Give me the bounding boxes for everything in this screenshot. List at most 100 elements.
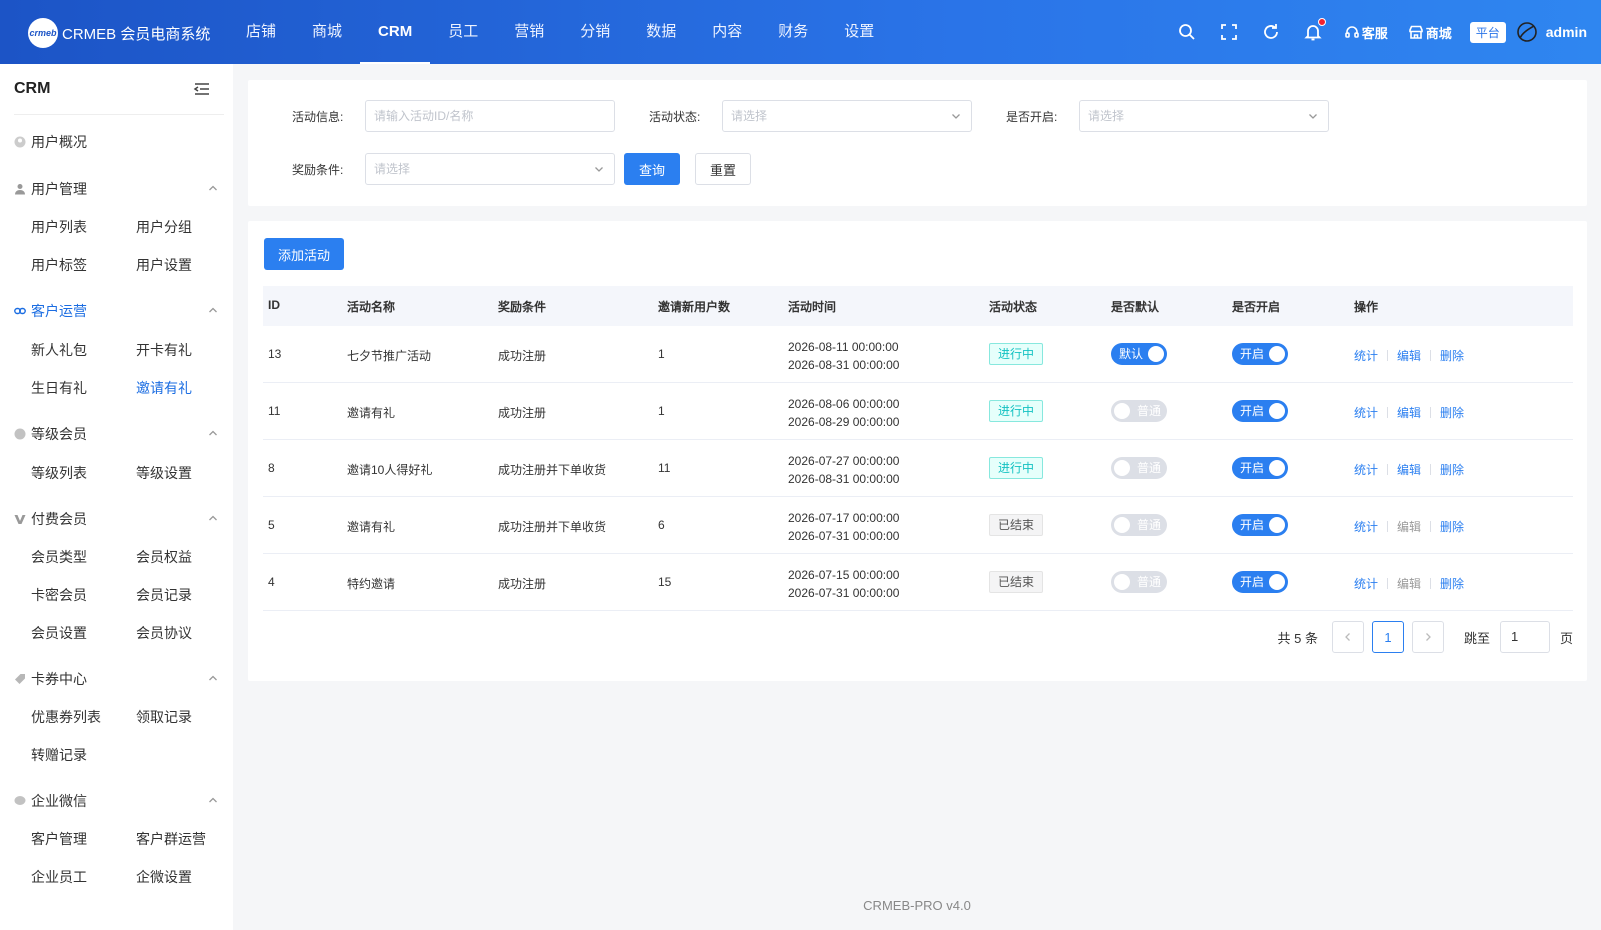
stats-link[interactable]: 统计 xyxy=(1354,404,1378,421)
nav-settings[interactable]: 设置 xyxy=(826,0,892,64)
page-number-button[interactable]: 1 xyxy=(1371,621,1404,653)
nav-crm[interactable]: CRM xyxy=(360,0,431,64)
stats-link[interactable]: 统计 xyxy=(1354,518,1378,535)
bell-icon[interactable] xyxy=(1303,18,1326,42)
sidebar-item-newbie-gift[interactable]: 新人礼包 xyxy=(31,340,87,360)
nav-staff[interactable]: 员工 xyxy=(430,0,496,64)
sidebar-item-birthday-gift[interactable]: 生日有礼 xyxy=(31,378,87,398)
separator xyxy=(1430,464,1432,475)
sidebar-item-card-gift[interactable]: 开卡有礼 xyxy=(136,340,192,360)
activity-info-input[interactable]: 请输入活动ID/名称 xyxy=(365,100,615,132)
sidebar-item-user-list[interactable]: 用户列表 xyxy=(31,217,87,237)
sidebar-group-user-management[interactable]: 用户管理 xyxy=(14,179,219,199)
default-toggle[interactable]: 普通 xyxy=(1111,571,1167,593)
sidebar-group-level-member[interactable]: 等级会员 xyxy=(14,424,219,444)
delete-link[interactable]: 删除 xyxy=(1440,404,1464,421)
row-start-time: 2026-08-06 00:00:00 xyxy=(788,397,900,411)
sidebar-item-user-overview[interactable]: 用户概况 xyxy=(14,132,219,152)
edit-link[interactable]: 编辑 xyxy=(1397,518,1421,535)
enabled-toggle[interactable]: 开启 xyxy=(1232,343,1288,365)
sidebar-item-user-settings[interactable]: 用户设置 xyxy=(136,255,192,275)
activity-status-select[interactable]: 请选择 xyxy=(722,100,972,132)
sidebar-item-claim-records[interactable]: 领取记录 xyxy=(136,707,192,727)
top-header: crmeb CRMEB 会员电商系统 店铺 商城 CRM 员工 营销 分销 数据… xyxy=(0,0,1601,64)
chevron-right-icon xyxy=(1426,633,1431,641)
delete-link[interactable]: 删除 xyxy=(1440,575,1464,592)
nav-mall[interactable]: 商城 xyxy=(294,0,360,64)
default-toggle[interactable]: 普通 xyxy=(1111,457,1167,479)
sidebar-item-level-list[interactable]: 等级列表 xyxy=(31,463,87,483)
nav-shop[interactable]: 店铺 xyxy=(228,0,294,64)
sidebar-item-card-member[interactable]: 卡密会员 xyxy=(31,585,87,605)
enabled-toggle[interactable]: 开启 xyxy=(1232,514,1288,536)
row-id: 11 xyxy=(268,404,281,418)
delete-link[interactable]: 删除 xyxy=(1440,518,1464,535)
separator xyxy=(1430,578,1432,589)
sidebar-group-wecom[interactable]: 企业微信 xyxy=(14,791,219,811)
sidebar-item-wecom-staff[interactable]: 企业员工 xyxy=(31,867,87,887)
sidebar-item-user-group[interactable]: 用户分组 xyxy=(136,217,192,237)
enabled-toggle[interactable]: 开启 xyxy=(1232,571,1288,593)
nav-distribution[interactable]: 分销 xyxy=(562,0,628,64)
edit-link[interactable]: 编辑 xyxy=(1397,347,1421,364)
enabled-toggle[interactable]: 开启 xyxy=(1232,457,1288,479)
app-logo[interactable]: crmeb CRMEB 会员电商系统 xyxy=(28,18,210,48)
sidebar-item-member-types[interactable]: 会员类型 xyxy=(31,547,87,567)
nav-data[interactable]: 数据 xyxy=(628,0,694,64)
edit-link[interactable]: 编辑 xyxy=(1397,575,1421,592)
add-activity-button[interactable]: 添加活动 xyxy=(264,238,344,270)
sidebar-divider xyxy=(14,114,224,115)
fullscreen-icon[interactable] xyxy=(1219,22,1239,42)
mall-link[interactable]: 商城 xyxy=(1408,23,1452,42)
reset-button[interactable]: 重置 xyxy=(695,153,751,185)
sidebar-item-member-records[interactable]: 会员记录 xyxy=(136,585,192,605)
delete-link[interactable]: 删除 xyxy=(1440,347,1464,364)
reward-condition-select[interactable]: 请选择 xyxy=(365,153,615,185)
edit-link[interactable]: 编辑 xyxy=(1397,461,1421,478)
sidebar-item-invite-gift[interactable]: 邀请有礼 xyxy=(136,378,192,398)
nav-finance[interactable]: 财务 xyxy=(760,0,826,64)
query-button[interactable]: 查询 xyxy=(624,153,680,185)
sidebar-item-customer-groups[interactable]: 客户群运营 xyxy=(136,829,206,849)
default-toggle[interactable]: 普通 xyxy=(1111,400,1167,422)
sidebar-label: 用户概况 xyxy=(31,134,87,150)
stats-link[interactable]: 统计 xyxy=(1354,575,1378,592)
stats-link[interactable]: 统计 xyxy=(1354,461,1378,478)
edit-link[interactable]: 编辑 xyxy=(1397,404,1421,421)
row-time: 2026-07-17 00:00:00 2026-07-31 00:00:00 xyxy=(788,509,899,545)
service-link[interactable]: 客服 xyxy=(1344,23,1388,42)
stats-link[interactable]: 统计 xyxy=(1354,347,1378,364)
collapse-menu-icon[interactable] xyxy=(193,80,211,98)
sidebar-item-level-settings[interactable]: 等级设置 xyxy=(136,463,192,483)
delete-link[interactable]: 删除 xyxy=(1440,461,1464,478)
chevron-down-icon xyxy=(952,114,960,119)
enabled-select[interactable]: 请选择 xyxy=(1079,100,1329,132)
refresh-icon[interactable] xyxy=(1261,22,1281,42)
platform-tag[interactable]: 平台 xyxy=(1469,21,1506,43)
sidebar-item-transfer-records[interactable]: 转赠记录 xyxy=(31,745,87,765)
sidebar-item-customer-management[interactable]: 客户管理 xyxy=(31,829,87,849)
nav-content[interactable]: 内容 xyxy=(694,0,760,64)
sidebar-item-coupon-list[interactable]: 优惠券列表 xyxy=(31,707,101,727)
chevron-up-icon xyxy=(209,185,217,191)
sidebar-group-coupon-center[interactable]: 卡券中心 xyxy=(14,669,219,689)
avatar-icon[interactable] xyxy=(1516,21,1538,43)
jump-page-input[interactable]: 1 xyxy=(1499,621,1550,653)
sidebar-item-wecom-settings[interactable]: 企微设置 xyxy=(136,867,192,887)
sidebar-item-user-tags[interactable]: 用户标签 xyxy=(31,255,87,275)
enabled-toggle[interactable]: 开启 xyxy=(1232,400,1288,422)
search-icon[interactable] xyxy=(1177,22,1197,42)
nav-marketing[interactable]: 营销 xyxy=(496,0,562,64)
app-title: CRMEB 会员电商系统 xyxy=(62,25,211,43)
sidebar-item-member-agreement[interactable]: 会员协议 xyxy=(136,623,192,643)
admin-name[interactable]: admin xyxy=(1546,24,1587,40)
sidebar-group-paid-member[interactable]: 付费会员 xyxy=(14,509,219,529)
sidebar-item-member-settings[interactable]: 会员设置 xyxy=(31,623,87,643)
sidebar-item-member-rights[interactable]: 会员权益 xyxy=(136,547,192,567)
prev-page-button[interactable] xyxy=(1331,621,1364,653)
column-condition: 奖励条件 xyxy=(498,300,547,314)
sidebar-group-customer-ops[interactable]: 客户运营 xyxy=(14,301,219,321)
default-toggle[interactable]: 普通 xyxy=(1111,514,1167,536)
next-page-button[interactable] xyxy=(1411,621,1444,653)
default-toggle[interactable]: 默认 xyxy=(1111,343,1167,365)
